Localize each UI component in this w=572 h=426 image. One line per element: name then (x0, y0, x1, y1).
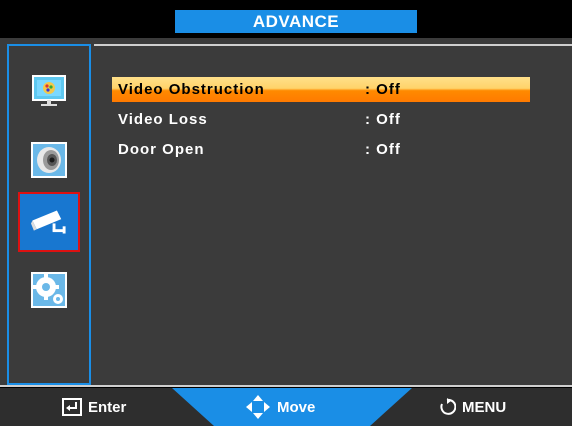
menu-label: MENU (462, 398, 507, 416)
menu-item-value: : Off (365, 81, 401, 98)
security-camera-icon (31, 204, 67, 240)
gear-icon (31, 272, 67, 308)
enter-icon (62, 398, 82, 416)
menu-item-label: Video Loss (118, 111, 208, 128)
move-arrows-icon (246, 395, 270, 419)
move-label: Move (277, 398, 316, 416)
sidebar-item-settings[interactable] (18, 260, 80, 320)
sidebar-item-camera[interactable] (18, 192, 80, 252)
menu-item-video-loss[interactable]: Video Loss : Off (112, 107, 530, 132)
menu-content: Video Obstruction : Off Video Loss : Off… (94, 44, 572, 385)
enter-hint: Enter (62, 388, 126, 426)
menu-item-value: : Off (365, 141, 401, 158)
return-icon (440, 398, 456, 415)
picture-icon (31, 72, 67, 108)
move-hint: Move (245, 388, 315, 426)
sidebar-item-audio[interactable] (18, 130, 80, 190)
header-bar: ADVANCE (0, 0, 572, 38)
menu-item-label: Door Open (118, 141, 205, 158)
sidebar-item-picture[interactable] (18, 60, 80, 120)
menu-item-value: : Off (365, 111, 401, 128)
page-title: ADVANCE (175, 10, 417, 33)
sidebar (7, 44, 91, 385)
menu-item-door-open[interactable]: Door Open : Off (112, 137, 530, 162)
osd-panel: Video Obstruction : Off Video Loss : Off… (0, 38, 572, 387)
menu-item-label: Video Obstruction (118, 81, 265, 98)
footer-bar: Enter Move MENU (0, 388, 572, 426)
menu-hint: MENU (438, 388, 506, 426)
divider (0, 385, 572, 387)
menu-item-video-obstruction[interactable]: Video Obstruction : Off (112, 77, 530, 102)
enter-label: Enter (88, 398, 127, 416)
speaker-icon (31, 142, 67, 178)
